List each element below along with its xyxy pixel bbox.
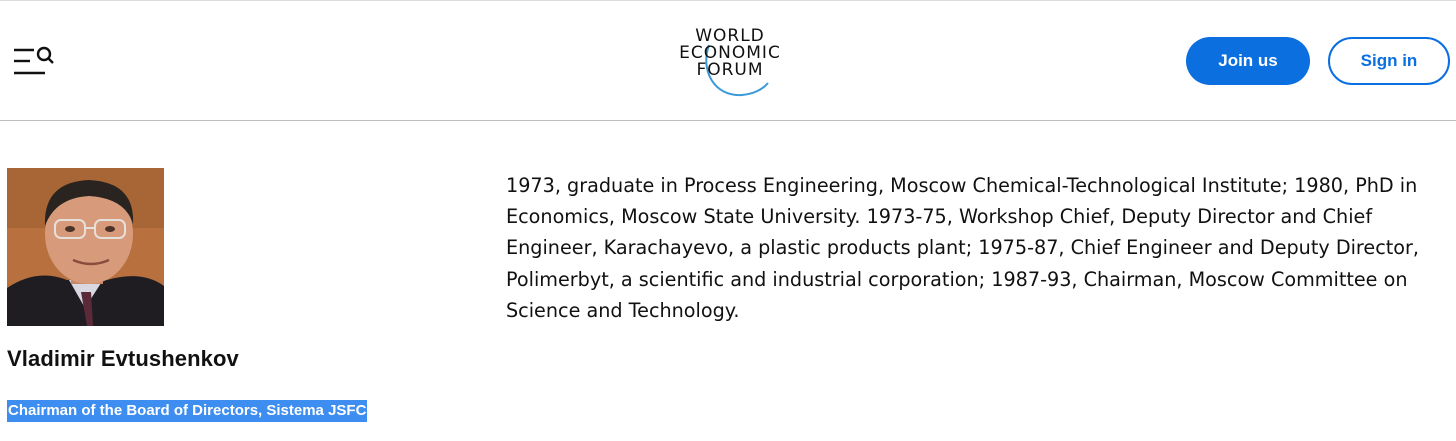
sign-in-button[interactable]: Sign in [1328,37,1450,85]
portrait-image [7,168,164,326]
profile-photo [7,168,164,326]
wef-logo[interactable]: WORLD ECONOMIC FORUM [664,25,796,101]
profile-name: Vladimir Evtushenkov [7,346,239,371]
profile-bio: 1973, graduate in Process Engineering, M… [506,174,1419,322]
join-us-button[interactable]: Join us [1186,37,1310,85]
menu-search-button[interactable] [12,45,56,79]
profile-role-selected-text[interactable]: Chairman of the Board of Directors, Sist… [7,400,368,422]
logo-line-3: FORUM [696,60,764,80]
site-header: WORLD ECONOMIC FORUM Join us Sign in [0,1,1456,121]
menu-search-icon [14,46,54,75]
